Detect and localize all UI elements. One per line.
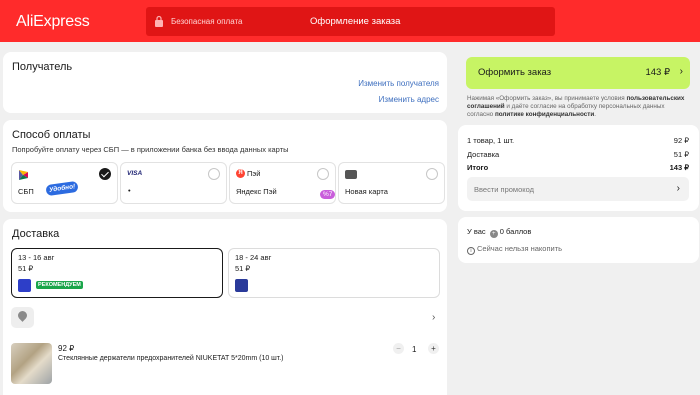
radio-unchecked[interactable]: [426, 168, 438, 180]
qty-plus-button[interactable]: +: [428, 343, 439, 354]
order-summary-card: 1 товар, 1 шт. 92 ₽ Доставка 51 ₽ Итого 143…: [458, 125, 699, 211]
change-recipient-link[interactable]: Изменить получателя: [358, 79, 439, 88]
carrier-logo-icon: [235, 279, 248, 292]
promo-code-field[interactable]: Ввести промокод ›: [467, 177, 689, 201]
page-title: Оформление заказа: [310, 16, 401, 27]
lock-icon: [155, 15, 163, 27]
delivery-option-2[interactable]: 18 - 24 авг 51 ₽: [228, 248, 440, 298]
recipient-card: Получатель Изменить получателя Изменить …: [3, 52, 447, 113]
radio-unchecked[interactable]: [317, 168, 329, 180]
payment-option-label: Яндекс Пэй: [236, 187, 277, 196]
qty-minus-button[interactable]: −: [393, 343, 404, 354]
card-add-icon: [345, 170, 357, 179]
summary-delivery-row: Доставка 51 ₽: [467, 150, 689, 159]
qty-value: 1: [412, 345, 417, 354]
carrier-logo-icon: [18, 279, 31, 292]
delivery-option-1[interactable]: 13 - 16 авг 51 ₽ РЕКОМЕНДУЕМ: [11, 248, 223, 298]
place-order-label: Оформить заказ: [478, 67, 552, 78]
radio-unchecked[interactable]: [208, 168, 220, 180]
promo-placeholder: Ввести промокод: [474, 185, 535, 194]
map-pin-icon: [16, 309, 29, 322]
payment-option-visa[interactable]: VISA •: [120, 162, 227, 204]
payment-option-yandex-pay[interactable]: Я Пэй Яндекс Пэй %7: [229, 162, 336, 204]
secure-payment-label: Безопасная оплата: [171, 17, 243, 26]
payment-title: Способ оплаты: [12, 129, 91, 141]
header-bar: AliExpress Безопасная оплата Оформление …: [0, 0, 700, 42]
aliexpress-logo[interactable]: AliExpress: [16, 13, 90, 31]
delivery-price: 51 ₽: [18, 264, 34, 273]
pay-brand-name: Пэй: [247, 169, 261, 178]
payment-option-label: СБП: [18, 187, 34, 196]
payment-card: Способ оплаты Попробуйте оплату через СБ…: [3, 120, 447, 212]
payment-option-label: Новая карта: [345, 187, 388, 196]
header-info-box: Безопасная оплата Оформление заказа: [146, 7, 555, 36]
product-price: 92 ₽: [58, 344, 75, 353]
cashback-badge: %7: [320, 190, 336, 199]
order-total: 143 ₽: [645, 67, 670, 78]
visa-logo: VISA: [127, 170, 143, 177]
delivery-title: Доставка: [12, 228, 60, 240]
payment-option-sbp[interactable]: Удобно! СБП: [11, 162, 118, 204]
change-address-link[interactable]: Изменить адрес: [379, 95, 439, 104]
chevron-right-icon: ›: [679, 66, 683, 77]
yandex-pay-icon: Я: [236, 169, 245, 178]
convenient-badge: Удобно!: [45, 180, 79, 197]
delivery-card: Доставка 13 - 16 авг 51 ₽ РЕКОМЕНДУЕМ 18…: [3, 219, 447, 395]
delivery-dates: 18 - 24 авг: [235, 253, 272, 262]
points-icon: +: [489, 230, 498, 238]
payment-subtitle: Попробуйте оплату через СБП — в приложен…: [12, 145, 289, 154]
points-card: У вас +0 баллов i Сейчас нельзя накопить: [458, 217, 699, 263]
delivery-dates: 13 - 16 авг: [18, 253, 55, 262]
product-name[interactable]: Стеклянные держатели предохранителей NIU…: [58, 355, 284, 362]
recommended-badge: РЕКОМЕНДУЕМ: [36, 281, 83, 289]
pickup-point-button[interactable]: [11, 307, 34, 328]
product-image[interactable]: [11, 343, 52, 384]
sbp-icon: [19, 170, 28, 180]
privacy-policy-link[interactable]: политике конфиденциальности: [495, 111, 594, 118]
payment-option-new-card[interactable]: Новая карта: [338, 162, 445, 204]
chevron-right-icon: ›: [676, 183, 680, 194]
place-order-button[interactable]: Оформить заказ 143 ₽ ›: [466, 57, 690, 89]
info-icon[interactable]: i: [467, 247, 475, 255]
points-note: i Сейчас нельзя накопить: [467, 244, 562, 255]
chevron-right-icon[interactable]: ›: [432, 312, 435, 323]
recipient-title: Получатель: [12, 61, 73, 73]
card-number-masked: •: [128, 186, 131, 195]
delivery-price: 51 ₽: [235, 264, 251, 273]
terms-text: Нажимая «Оформить заказ», вы принимаете …: [467, 95, 685, 119]
summary-items-row: 1 товар, 1 шт. 92 ₽: [467, 136, 689, 145]
radio-checked[interactable]: [99, 168, 111, 180]
points-balance: У вас +0 баллов: [467, 227, 532, 238]
summary-total-row: Итого 143 ₽: [467, 163, 689, 172]
